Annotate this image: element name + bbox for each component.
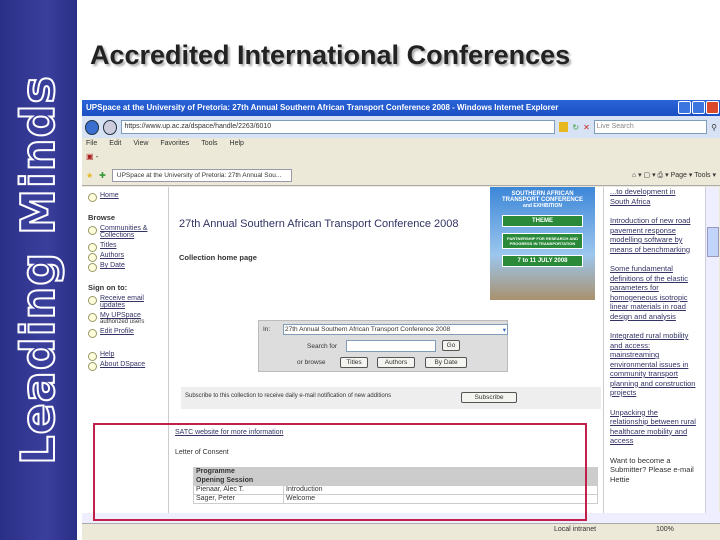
subscribe-bar: Subscribe to this collection to receive … — [181, 387, 601, 409]
poster-sign: THEME — [502, 215, 583, 227]
zoom-level[interactable]: 100% — [656, 526, 674, 533]
stop-icon[interactable]: ✕ — [583, 123, 590, 132]
browse-titles-button[interactable]: Titles — [340, 357, 368, 368]
search-icon[interactable]: ⚲ — [711, 123, 717, 132]
poster-sign: 7 to 11 JULY 2008 — [502, 255, 583, 267]
tab-bar: ★ ✚ UPSpace at the University of Pretoria… — [82, 166, 720, 186]
subscribe-button[interactable]: Subscribe — [461, 392, 517, 403]
recent-item-link[interactable]: Integrated rural mobility and access: ma… — [610, 331, 695, 397]
zone-text: Local intranet — [554, 526, 597, 533]
nav-authors[interactable]: Authors — [88, 252, 162, 262]
scope-select[interactable]: 27th Annual Southern African Transport C… — [283, 324, 508, 335]
go-button[interactable]: Go — [442, 340, 460, 351]
search-for-label: Search for — [307, 343, 337, 350]
maximize-button[interactable] — [692, 101, 705, 114]
poster-sign: PARTNERSHIP FOR RESEARCH AND PROGRESS IN… — [502, 233, 583, 249]
add-favorite-icon[interactable]: ✚ — [99, 171, 106, 180]
tools-menu[interactable]: Page ▾ Tools ▾ — [671, 172, 716, 179]
recent-item-link[interactable]: Introduction of new road pavement respon… — [610, 216, 690, 254]
command-bar[interactable]: ⌂ ▾ ▢ ▾ ⎙ ▾ Page ▾ Tools ▾ — [632, 171, 716, 180]
collection-search-input[interactable] — [346, 340, 436, 352]
conference-poster: SOUTHERN AFRICAN TRANSPORT CONFERENCE and … — [490, 187, 595, 300]
brand-sidebar: Leading Minds — [0, 0, 77, 540]
brand-logo: Leading Minds — [10, 74, 66, 466]
forward-icon[interactable] — [103, 119, 118, 135]
menu-file[interactable]: File — [86, 140, 97, 150]
lock-icon — [558, 122, 569, 132]
subscribe-text: Subscribe to this collection to receive … — [185, 393, 392, 399]
pdf-icon[interactable]: ▣ - — [82, 152, 720, 166]
nav-my-upspace[interactable]: My UPSpace — [88, 312, 162, 322]
nav-communities[interactable]: Communities & Collections — [88, 225, 162, 239]
sign-on-heading: Sign on to: — [88, 283, 128, 292]
search-box: In: 27th Annual Southern African Transpo… — [258, 320, 508, 372]
tab-upspace[interactable]: UPSpace at the University of Pretoria: 2… — [111, 169, 292, 182]
close-button[interactable] — [706, 101, 719, 114]
collection-title: 27th Annual Southern African Transport C… — [179, 218, 459, 230]
recent-item-link[interactable]: ...to development in South Africa — [610, 187, 675, 206]
in-label: In: — [263, 326, 271, 333]
nav-edit-profile[interactable]: Edit Profile — [88, 328, 162, 338]
home-icon[interactable]: ⌂ — [632, 172, 636, 179]
or-browse-label: or browse — [297, 359, 326, 366]
nav-receive-email[interactable]: Receive email updates — [88, 295, 162, 309]
browse-by-date-button[interactable]: By Date — [425, 357, 467, 368]
authorized-note: authorized users — [100, 319, 145, 325]
recent-item-link[interactable]: Some fundamental definitions of the elas… — [610, 264, 688, 321]
refresh-icon[interactable]: ↻ — [572, 123, 579, 132]
menu-bar: File Edit View Favorites Tools Help — [82, 138, 720, 152]
nav-titles[interactable]: Titles — [88, 242, 162, 252]
browse-authors-button[interactable]: Authors — [377, 357, 415, 368]
menu-view[interactable]: View — [133, 140, 148, 150]
status-bar: Local intranet 100% — [82, 523, 720, 537]
collection-subtitle: Collection home page — [179, 253, 257, 262]
minimize-button[interactable] — [678, 101, 691, 114]
slide-title: Accredited International Conferences — [90, 40, 571, 70]
url-input[interactable]: https://www.up.ac.za/dspace/handle/2263/… — [121, 120, 555, 134]
chevron-down-icon: ▾ — [502, 327, 506, 334]
scope-value: 27th Annual Southern African Transport C… — [285, 326, 451, 333]
nav-about[interactable]: About DSpace — [88, 361, 162, 371]
menu-tools[interactable]: Tools — [201, 140, 217, 150]
menu-help[interactable]: Help — [230, 140, 244, 150]
vertical-scrollbar[interactable] — [705, 187, 719, 513]
recent-item-link[interactable]: Unpacking the relationship between rural… — [610, 408, 696, 446]
title-bar: UPSpace at the University of Pretoria: 2… — [82, 100, 720, 116]
nav-home[interactable]: Home — [88, 192, 162, 202]
nav-help[interactable]: Help — [88, 351, 162, 361]
search-input[interactable]: Live Search — [593, 120, 708, 134]
favorites-star-icon[interactable]: ★ — [86, 171, 93, 180]
highlight-box — [93, 423, 587, 521]
window-title: UPSpace at the University of Pretoria: 2… — [86, 103, 559, 112]
back-icon[interactable] — [85, 119, 100, 135]
submitter-note: Want to become a Submitter? Please e-mai… — [610, 455, 694, 484]
recent-submissions: ...to development in South Africa Introd… — [603, 187, 703, 513]
nav-by-date[interactable]: By Date — [88, 262, 162, 272]
menu-favorites[interactable]: Favorites — [160, 140, 189, 150]
browse-heading: Browse — [88, 213, 116, 222]
menu-edit[interactable]: Edit — [109, 140, 121, 150]
address-bar: https://www.up.ac.za/dspace/handle/2263/… — [82, 116, 720, 138]
poster-line: and EXHIBITION — [523, 203, 562, 209]
scroll-thumb[interactable] — [707, 227, 719, 257]
